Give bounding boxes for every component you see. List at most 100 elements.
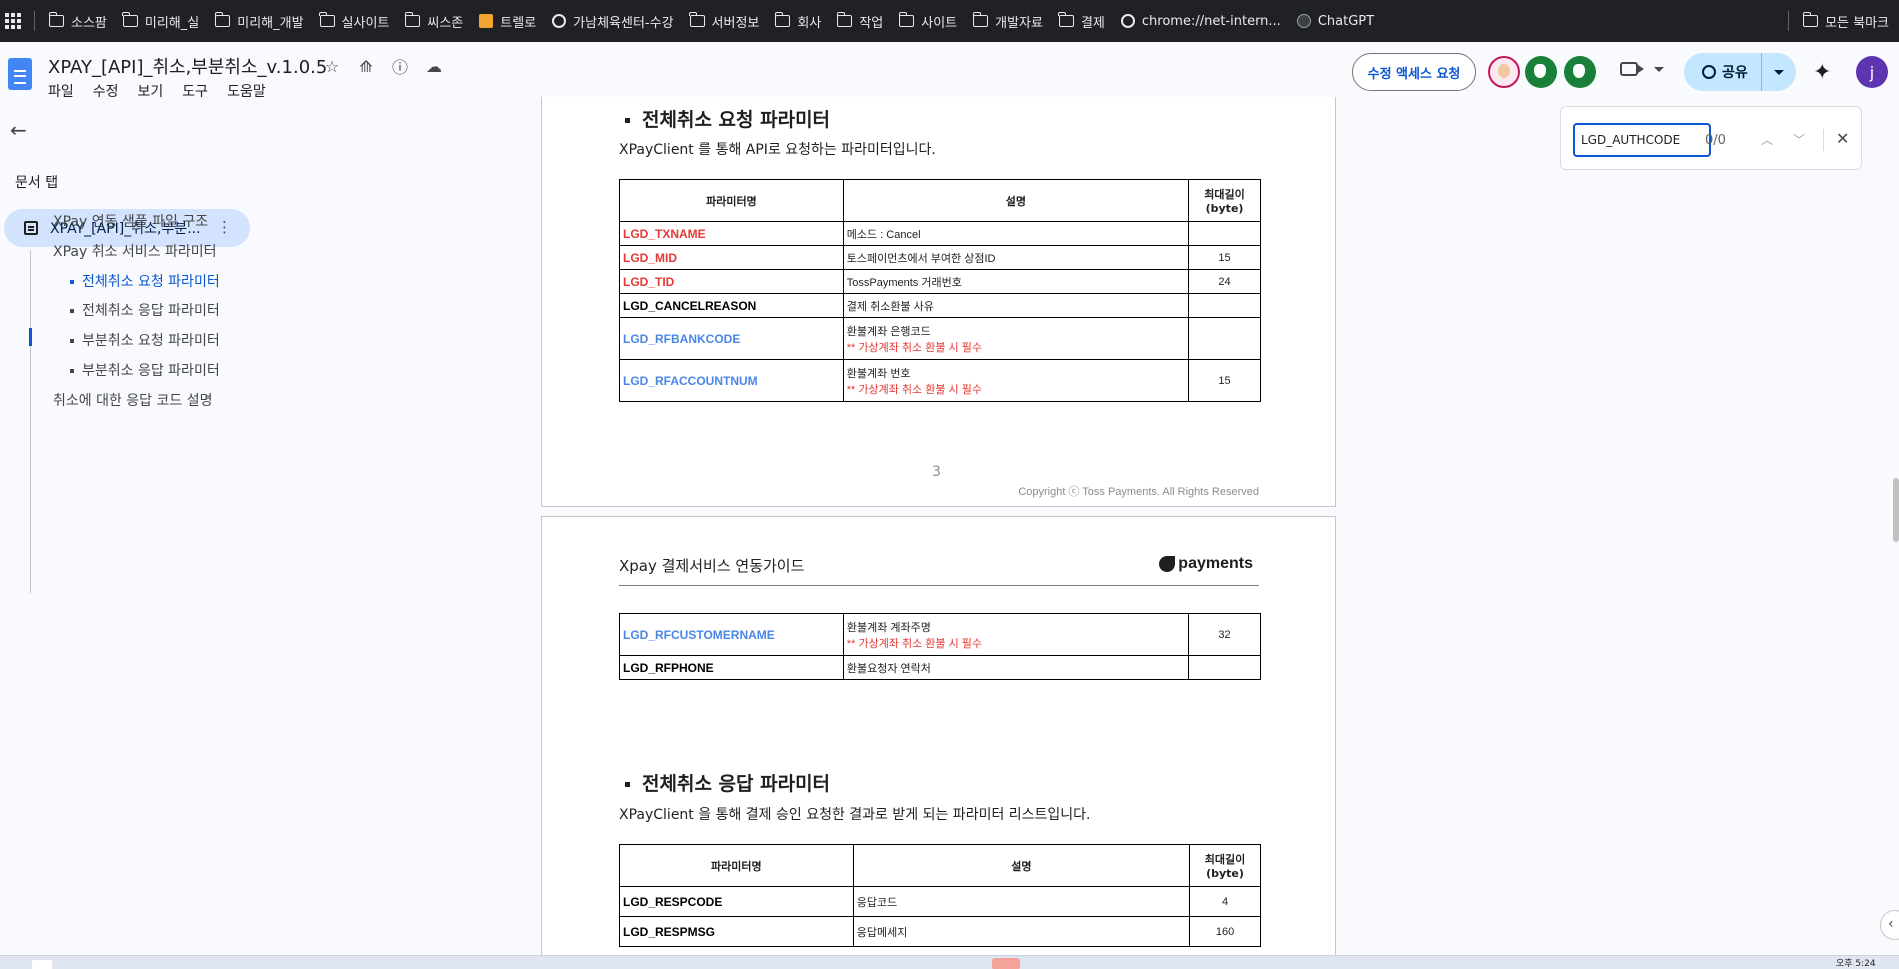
bookmark-item[interactable]: ChatGPT <box>1296 13 1375 29</box>
back-arrow-icon[interactable]: ← <box>10 118 27 142</box>
menu-item[interactable]: 파일 <box>48 81 74 101</box>
menu-item[interactable]: 도구 <box>182 81 208 101</box>
bookmark-item[interactable]: 소스팜 <box>48 12 107 31</box>
bookmark-label: 소스팜 <box>71 15 107 31</box>
bookmark-item[interactable]: 씨스존 <box>404 12 463 31</box>
outline-item-label: 전체취소 요청 파라미터 <box>82 274 220 290</box>
bookmark-label: 트렐로 <box>500 15 537 31</box>
bookmark-item[interactable]: 미리해_개발 <box>214 12 304 31</box>
bookmark-label: chrome://net-intern... <box>1141 13 1281 29</box>
bookmark-label: 결제 <box>1080 15 1105 31</box>
collaborator-avatar[interactable] <box>1488 56 1520 88</box>
section-intro: XPayClient 을 통해 결제 승인 요청한 결과로 받게 되는 파라미터… <box>619 807 1091 823</box>
bookmark-label: 미리해_실 <box>144 15 200 31</box>
google-docs-icon[interactable] <box>8 58 32 90</box>
param-max-length <box>1188 221 1261 246</box>
page-header-title: Xpay 결제서비스 연동가이드 <box>619 557 805 575</box>
param-description: 응답메세지 <box>856 926 908 939</box>
bookmark-item[interactable]: 서버정보 <box>689 12 759 31</box>
bookmark-item[interactable]: 회사 <box>774 12 821 31</box>
bookmark-item[interactable]: 미리해_실 <box>122 12 200 31</box>
outline-item-label: XPay 취소 서비스 파라미터 <box>53 244 217 260</box>
share-button-group: 공유 <box>1684 53 1796 91</box>
gemini-sparkle-icon[interactable]: ✦ <box>1813 60 1831 85</box>
param-description-cell: TossPayments 거래번호 <box>842 269 1190 294</box>
menu-bar: 파일 수정 보기 도구 도움말 <box>48 81 266 101</box>
document-page: Xpay 결제서비스 연동가이드 payments LGD_RFCUSTOMER… <box>541 516 1336 966</box>
outline-item[interactable]: XPay 연동 샘플 파일 구조 <box>53 211 208 231</box>
param-description: 환불요청자 연락처 <box>846 662 931 675</box>
folder-icon <box>689 12 705 27</box>
outline-item[interactable]: XPay 취소 서비스 파라미터 <box>53 241 217 261</box>
outline-item[interactable]: 부분취소 응답 파라미터 <box>70 360 220 380</box>
close-icon[interactable]: ✕ <box>1836 129 1849 148</box>
outline-item[interactable]: 전체취소 요청 파라미터 <box>70 271 220 291</box>
share-button[interactable]: 공유 <box>1684 53 1762 91</box>
param-description: 토스페이먼츠에서 부여한 상점ID <box>846 252 996 265</box>
find-bar: LGD_AUTHCODE 0/0 ︿ ﹀ ✕ <box>1560 106 1862 170</box>
bookmark-item[interactable]: 개발자료 <box>972 12 1043 31</box>
apps-grid-icon[interactable] <box>2 10 24 32</box>
bookmark-item[interactable]: 실사이트 <box>319 12 389 31</box>
share-label: 공유 <box>1722 65 1748 81</box>
bookmark-item[interactable]: 가남체육센터-수강 <box>552 12 674 31</box>
taskbar-app-icon[interactable] <box>32 960 52 969</box>
bookmarks-bar: 소스팜 미리해_실 미리해_개발 실사이트 씨스존 트렐로 가남체육센터-수강 서버정보 회사 작… <box>0 0 1899 42</box>
bookmark-item[interactable]: 결제 <box>1058 12 1105 31</box>
menu-item[interactable]: 보기 <box>138 81 164 101</box>
folder-icon <box>972 12 989 27</box>
find-previous-icon[interactable]: ︿ <box>1761 131 1773 147</box>
bookmark-item[interactable]: 트렐로 <box>479 12 536 31</box>
param-max-length: 32 <box>1188 613 1261 656</box>
outline-line <box>30 250 31 593</box>
folder-icon <box>1802 12 1819 27</box>
bookmark-item[interactable]: 사이트 <box>898 12 958 31</box>
header-rule <box>619 585 1259 586</box>
side-panel-toggle-icon[interactable]: ‹ <box>1880 910 1899 940</box>
collaborator-avatar[interactable] <box>1525 56 1557 88</box>
outline-item[interactable]: 전체취소 응답 파라미터 <box>70 300 220 320</box>
bookmark-item[interactable]: chrome://net-intern... <box>1120 13 1281 29</box>
star-icon[interactable]: ☆ <box>322 56 342 76</box>
bookmark-item[interactable]: 작업 <box>836 12 883 31</box>
all-bookmarks[interactable]: 모든 북마크 <box>1788 0 1889 42</box>
find-next-icon[interactable]: ﹀ <box>1793 131 1805 147</box>
column-header: 설명 <box>852 844 1191 887</box>
outline-item[interactable]: 부분취소 요청 파라미터 <box>70 330 220 350</box>
menu-item[interactable]: 도움말 <box>227 81 266 101</box>
outline-item[interactable]: 취소에 대한 응답 코드 설명 <box>53 390 212 410</box>
param-name: LGD_RFCUSTOMERNAME <box>619 613 844 656</box>
cloud-saved-icon[interactable]: ☁ <box>424 56 444 76</box>
collaborator-avatar[interactable] <box>1564 56 1596 88</box>
bookmark-label: ChatGPT <box>1317 13 1375 29</box>
account-avatar[interactable]: j <box>1856 56 1888 88</box>
copyright-footer: Copyright ⓒ Toss Payments. All Rights Re… <box>1018 486 1259 498</box>
taskbar-clock: 오후 5:24 <box>1836 959 1876 969</box>
param-description-cell: 토스페이먼츠에서 부여한 상점ID <box>842 245 1190 270</box>
folder-icon <box>1058 12 1074 27</box>
bookmark-label: 가남체육센터-수강 <box>573 15 674 31</box>
video-camera-icon <box>1620 62 1644 76</box>
folder-icon <box>122 12 138 27</box>
bullet-icon <box>70 280 74 284</box>
move-to-drive-icon[interactable]: ⟰ <box>356 56 376 76</box>
menu-item[interactable]: 수정 <box>93 81 119 101</box>
page-scrollbar[interactable] <box>1893 478 1899 542</box>
meet-button[interactable] <box>1620 62 1664 76</box>
request-edit-access-button[interactable]: 수정 액세스 요청 <box>1352 53 1476 91</box>
param-max-length: 24 <box>1188 269 1261 294</box>
find-input[interactable]: LGD_AUTHCODE <box>1573 123 1711 157</box>
chevron-down-icon <box>1654 66 1664 72</box>
param-description: TossPayments 거래번호 <box>846 276 962 289</box>
outline-item-label: XPay 연동 샘플 파일 구조 <box>53 214 209 230</box>
document-title[interactable]: XPAY_[API]_취소,부분취소_v.1.0.5 <box>48 53 327 79</box>
share-options-chevron-icon[interactable] <box>1774 69 1784 75</box>
bookmark-label: 사이트 <box>921 15 958 31</box>
taskbar-app-icon[interactable] <box>992 958 1020 969</box>
outline-item-label: 취소에 대한 응답 코드 설명 <box>53 393 213 409</box>
bookmarks-divider <box>34 11 35 31</box>
info-icon[interactable]: ⓘ <box>390 56 410 77</box>
param-max-length <box>1188 317 1261 360</box>
param-max-length: 4 <box>1189 886 1261 917</box>
more-vert-icon[interactable]: ⋮ <box>217 218 232 236</box>
